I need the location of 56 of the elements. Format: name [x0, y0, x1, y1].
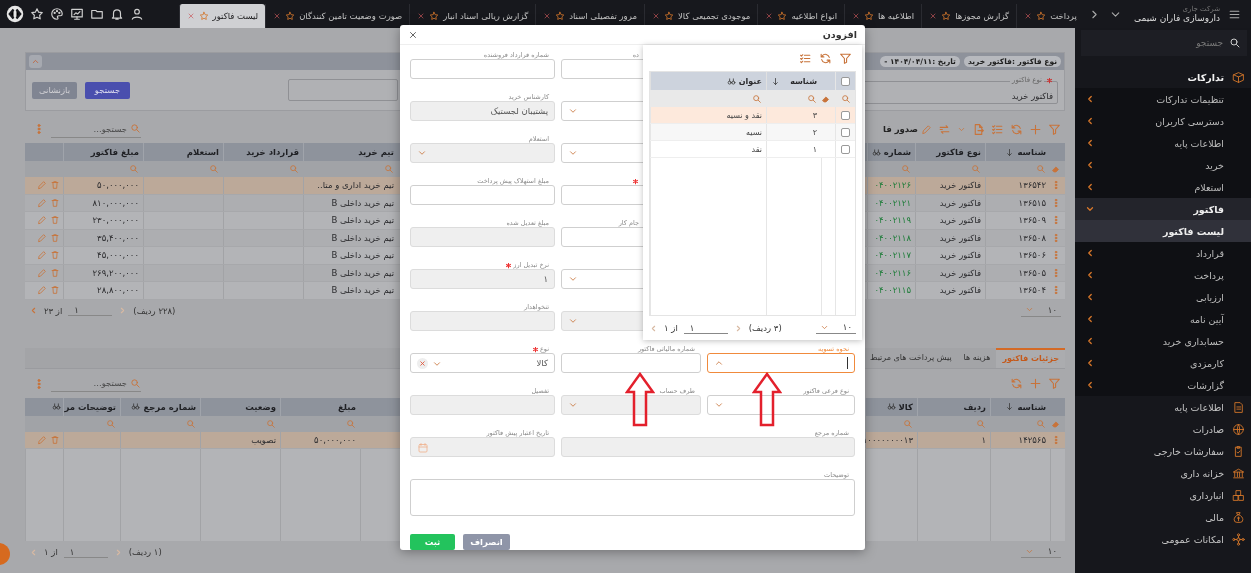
table-cell: تصویب [200, 431, 280, 448]
row-count: (۲۲۸ ردیف) [133, 305, 176, 316]
table-cell: نسیه [650, 124, 766, 140]
table-cell: تیم خرید داخلی B [303, 229, 398, 246]
table-cell: ۱۳۶۵۴۲ [985, 177, 1050, 194]
table-cell: ۱۴۲۵۶۵ [990, 431, 1050, 448]
table-cell: ۱ [917, 431, 990, 448]
table-cell: ۰۴۰۰۲۱۱۹ [867, 212, 915, 229]
table-cell: تیم خرید اداری و متا.. [303, 177, 398, 194]
field-value: ۱ [543, 274, 548, 284]
table-cell: ۱۳۶۵۰۴ [985, 282, 1050, 299]
table-cell: ۰۴۰۰۲۱۱۷ [867, 247, 915, 264]
table-cell: ۳۵,۴۰۰,۰۰۰ [63, 229, 143, 246]
table-cell: ۱ [766, 141, 821, 157]
table-cell: فاکتور خرید [915, 247, 985, 264]
field-value: کالا [536, 358, 548, 368]
table-cell: فاکتور خرید [915, 194, 985, 211]
table-cell: ۰۴۰۰۲۱۱۶ [867, 264, 915, 281]
table-cell: ۲۶۹,۲۰۰,۰۰۰ [63, 264, 143, 281]
page-count: از ۱ [664, 323, 678, 333]
table-cell: ۴۵,۰۰۰,۰۰۰ [63, 247, 143, 264]
table-cell: نقد [650, 141, 766, 157]
table-cell: ۱۳۶۵۱۵ [985, 194, 1050, 211]
table-cell: تیم خرید داخلی B [303, 264, 398, 281]
table-cell: ۲۳۰,۰۰۰,۰۰۰ [63, 212, 143, 229]
table-cell: ۰۴۰۰۲۱۱۸ [867, 229, 915, 246]
table-cell: ۲۸,۸۰۰,۰۰۰ [63, 282, 143, 299]
table-cell: فاکتور خرید [915, 282, 985, 299]
page-count: از ۲۳ [44, 305, 63, 316]
table-cell: ۵۰,۰۰۰,۰۰۰ [280, 431, 360, 448]
table-cell: ۰۴۰۰۲۱۱۵ [867, 282, 915, 299]
table-cell: ۳ [766, 107, 821, 123]
table-cell: ۱۳۶۵۰۵ [985, 264, 1050, 281]
table-cell: فاکتور خرید [915, 264, 985, 281]
table-cell: تیم خرید داخلی B [303, 282, 398, 299]
table-cell: ۱۳۶۵۰۸ [985, 229, 1050, 246]
table-cell: ۸۱۰,۰۰۰,۰۰۰ [63, 194, 143, 211]
table-cell: ۰۴۰۰۲۱۲۱ [867, 194, 915, 211]
table-cell: تیم خرید داخلی B [303, 194, 398, 211]
row-count: (۱ ردیف) [128, 547, 162, 557]
table-cell: نقد و نسیه [650, 107, 766, 123]
table-cell: فاکتور خرید [915, 177, 985, 194]
table-cell: ۵۰,۰۰۰,۰۰۰ [63, 177, 143, 194]
table-cell: ۱۳۶۵۰۹ [985, 212, 1050, 229]
table-cell: فاکتور خرید [915, 212, 985, 229]
row-count: (۳ ردیف) [748, 323, 782, 333]
field-value: پشتیبان لجستیک [490, 106, 548, 116]
field-value: فاکتور خرید [1011, 91, 1053, 101]
dialog-title: افزودن [822, 29, 857, 40]
table-cell: تیم خرید داخلی B [303, 247, 398, 264]
table-cell: تیم خرید داخلی B [303, 212, 398, 229]
page-count: از ۱ [44, 547, 58, 557]
table-cell: ۱۳۶۵۰۶ [985, 247, 1050, 264]
table-cell: فاکتور خرید [915, 229, 985, 246]
table-cell: ۰۴۰۰۲۱۲۶ [867, 177, 915, 194]
table-cell: ۲ [766, 124, 821, 140]
